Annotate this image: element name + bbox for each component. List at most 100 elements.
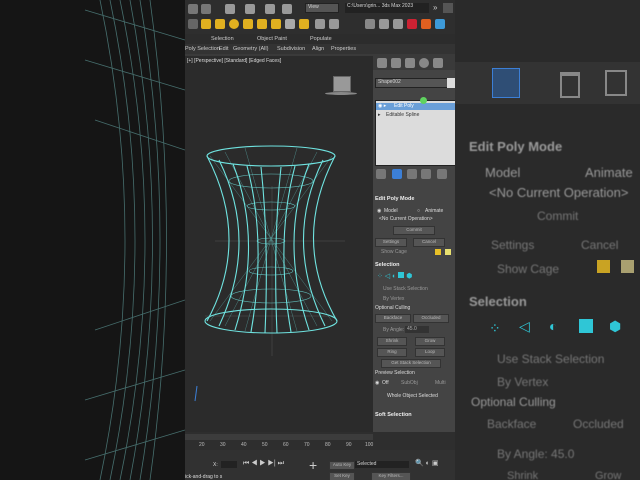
by-angle-input[interactable]: 45.0 xyxy=(405,326,429,333)
zoom-modify-icon xyxy=(492,68,520,98)
spot-icon[interactable] xyxy=(243,19,253,29)
radio-model[interactable]: Model xyxy=(384,208,398,214)
radio-animate[interactable]: Animate xyxy=(425,208,443,214)
ring-button[interactable]: Ring xyxy=(377,348,407,357)
occluded-button[interactable]: Occluded xyxy=(413,314,449,323)
playback-controls[interactable]: ⏮ ◀ ▶ ▶| ⏭ xyxy=(243,460,291,470)
edit-poly-mode-header[interactable]: Edit Poly Mode xyxy=(375,196,414,202)
material-icon[interactable] xyxy=(329,19,339,29)
ribbon-sub-properties[interactable]: Properties xyxy=(331,46,356,52)
show-cage-checkbox[interactable]: Show Cage xyxy=(381,249,407,255)
hierarchy-tab-icon[interactable] xyxy=(405,58,415,68)
rotate-icon[interactable] xyxy=(265,4,275,14)
teapot-render-icon[interactable] xyxy=(421,19,431,29)
timeline-tick: 90 xyxy=(346,442,352,448)
hyperboloid-mesh xyxy=(194,145,345,402)
ribbon-sub-edit[interactable]: Edit xyxy=(219,46,228,52)
light-icon[interactable] xyxy=(201,19,211,29)
ribbon-sub-geometry[interactable]: Geometry (All) xyxy=(233,46,268,52)
ribbon-tabs: Selection Object Paint Populate xyxy=(185,34,455,44)
modifier-stack[interactable]: ◉ ▸ Edit Poly ▸ Editable Spline xyxy=(375,97,455,166)
ribbon-sub-subdivision[interactable]: Subdivision xyxy=(277,46,305,52)
pin-stack-icon[interactable] xyxy=(376,169,386,179)
object-color-swatch[interactable] xyxy=(447,78,455,88)
align-icon[interactable] xyxy=(365,19,375,29)
key-filters-button[interactable]: Key Filters... xyxy=(371,472,411,480)
selection-header[interactable]: Selection xyxy=(375,262,399,268)
render-icon[interactable] xyxy=(315,19,325,29)
time-slider[interactable] xyxy=(185,434,373,440)
expand-icon[interactable]: » xyxy=(433,3,437,12)
cancel-button[interactable]: Cancel xyxy=(413,238,445,247)
command-panel: Shape002 ◉ ▸ Edit Poly ▸ Editable Spline… xyxy=(373,56,455,432)
auto-key-button[interactable]: Auto Key xyxy=(329,461,355,470)
link-icon[interactable] xyxy=(188,19,198,29)
subobject-icons[interactable]: ⁘ ◁ ◐ ⬢ xyxy=(377,272,453,282)
ribbon-tab-object-paint[interactable]: Object Paint xyxy=(257,36,287,42)
zoom-optional-culling: Optional Culling xyxy=(471,395,556,409)
create-tab-icon[interactable] xyxy=(377,58,387,68)
ribbon-tab-selection[interactable]: Selection xyxy=(211,36,234,42)
settings-button[interactable]: Settings xyxy=(375,238,407,247)
undo-icon[interactable] xyxy=(188,4,198,14)
preview-multi[interactable]: Multi xyxy=(435,380,446,386)
nav-controls[interactable]: 🔍 ◐ ▣ xyxy=(415,459,451,469)
select-icon[interactable] xyxy=(225,4,235,14)
ribbon-tab-populate[interactable]: Populate xyxy=(310,36,332,42)
box-icon[interactable] xyxy=(379,19,389,29)
preview-off[interactable]: Off xyxy=(382,380,389,386)
cage-color-1[interactable] xyxy=(435,249,441,255)
shrink-button[interactable]: Shrink xyxy=(377,337,407,346)
cylinder-icon[interactable] xyxy=(393,19,403,29)
skylight-icon[interactable] xyxy=(299,19,309,29)
camera-icon[interactable] xyxy=(285,19,295,29)
timeline[interactable]: 20 30 40 50 60 70 80 90 100 xyxy=(185,432,455,450)
set-key-button[interactable]: Set Key xyxy=(329,472,355,480)
show-end-result-icon[interactable] xyxy=(392,169,402,179)
preview-subobj[interactable]: SubObj xyxy=(401,380,418,386)
by-vertex[interactable]: By Vertex xyxy=(383,296,404,302)
add-key-icon[interactable]: + xyxy=(309,458,323,472)
scale-icon[interactable] xyxy=(282,4,292,14)
command-panel-tabs xyxy=(373,56,455,70)
modify-tab-icon[interactable] xyxy=(391,58,401,68)
commit-button[interactable]: Commit xyxy=(393,226,435,235)
configure-sets-icon[interactable] xyxy=(437,169,447,179)
path-field[interactable]: C:\Users\grin... 3ds Max 2023 xyxy=(345,3,429,13)
omni-icon[interactable] xyxy=(257,19,267,29)
main-toolbar: View C:\Users\grin... 3ds Max 2023 » xyxy=(185,0,455,35)
display-tab-icon[interactable] xyxy=(433,58,443,68)
ribbon-sub-align[interactable]: Align xyxy=(312,46,324,52)
ribbon-sub-poly-selection[interactable]: Poly Selection xyxy=(185,46,220,52)
teapot-icon[interactable] xyxy=(271,19,281,29)
menu-icon[interactable] xyxy=(443,3,453,13)
render-setup-icon[interactable] xyxy=(435,19,445,29)
remove-modifier-icon[interactable] xyxy=(421,169,431,179)
move-icon[interactable] xyxy=(245,4,255,14)
sphere-icon[interactable] xyxy=(229,19,239,29)
use-stack-selection[interactable]: Use Stack Selection xyxy=(383,286,428,292)
zoom-settings: Settings xyxy=(491,238,535,252)
selected-dropdown[interactable]: Selected xyxy=(355,461,409,468)
zoom-by-angle: By Angle: 45.0 xyxy=(497,447,575,461)
loop-button[interactable]: Loop xyxy=(415,348,445,357)
workspace-dropdown[interactable]: View xyxy=(305,3,339,13)
cage-color-2[interactable] xyxy=(445,249,451,255)
perspective-viewport[interactable]: [+] [Perspective] [Standard] [Edged Face… xyxy=(185,56,373,432)
stack-item-editable-spline[interactable]: ▸ Editable Spline xyxy=(376,112,455,119)
sun-icon[interactable] xyxy=(215,19,225,29)
object-name-field[interactable]: Shape002 xyxy=(375,78,453,88)
backface-button[interactable]: Backface xyxy=(375,314,411,323)
render-frame-icon[interactable] xyxy=(407,19,417,29)
redo-icon[interactable] xyxy=(201,4,211,14)
stack-item-edit-poly[interactable]: ◉ ▸ Edit Poly xyxy=(376,103,455,110)
cursor-indicator xyxy=(420,97,427,104)
grow-button[interactable]: Grow xyxy=(415,337,445,346)
motion-tab-icon[interactable] xyxy=(419,58,429,68)
make-unique-icon[interactable] xyxy=(407,169,417,179)
soft-selection-header[interactable]: Soft Selection xyxy=(375,412,412,418)
get-stack-selection-button[interactable]: Get Stack Selection xyxy=(381,359,441,368)
zoom-subobject-icons: ⁘ ◁ ◐ ⬢ xyxy=(489,318,622,336)
by-angle-label[interactable]: By Angle: xyxy=(383,327,404,333)
x-coord-field[interactable] xyxy=(221,461,237,468)
